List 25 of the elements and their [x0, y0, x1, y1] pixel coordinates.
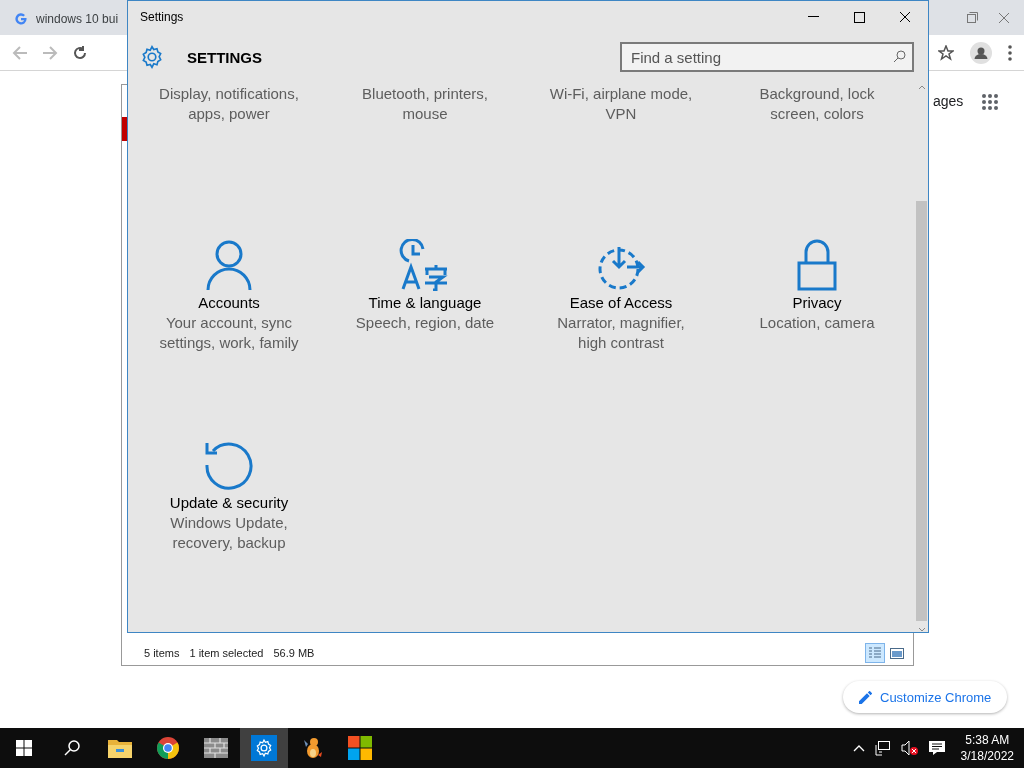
category-title[interactable]: Accounts — [198, 293, 260, 313]
category-title[interactable]: Ease of Access — [569, 293, 673, 313]
selection-size: 56.9 MB — [273, 647, 315, 659]
category-description: Display, notifications, apps, power — [158, 84, 300, 124]
customize-chrome-button[interactable]: Customize Chrome — [843, 681, 1008, 713]
category-description: Windows Update, recovery, backup — [169, 513, 289, 553]
browser-tab[interactable]: windows 10 bui — [14, 11, 119, 26]
window-title: Settings — [140, 10, 184, 24]
category-description: Speech, region, date — [355, 313, 495, 333]
category-description: Bluetooth, printers, mouse — [361, 84, 489, 124]
category-description: Background, lock screen, colors — [758, 84, 876, 124]
settings-heading: SETTINGS — [187, 48, 262, 66]
category-title[interactable]: Update & security — [169, 493, 289, 513]
category-title[interactable]: Time & language — [368, 293, 482, 313]
clock-date[interactable]: 3/18/2022 — [960, 748, 1014, 764]
selection-info: 1 item selected — [189, 647, 264, 659]
page-text: ages — [933, 93, 964, 109]
item-count: 5 items — [144, 647, 180, 659]
category-description: Location, camera — [759, 313, 875, 333]
category-description: Wi-Fi, airplane mode, VPN — [548, 84, 694, 124]
category-title[interactable]: Privacy — [792, 293, 842, 313]
category-description: Your account, sync settings, work, family — [158, 313, 300, 353]
search-field[interactable]: Find a setting — [620, 42, 914, 72]
category-description: Narrator, magnifier, high contrast — [556, 313, 686, 353]
clock-time[interactable]: 5:38 AM — [965, 732, 1010, 748]
